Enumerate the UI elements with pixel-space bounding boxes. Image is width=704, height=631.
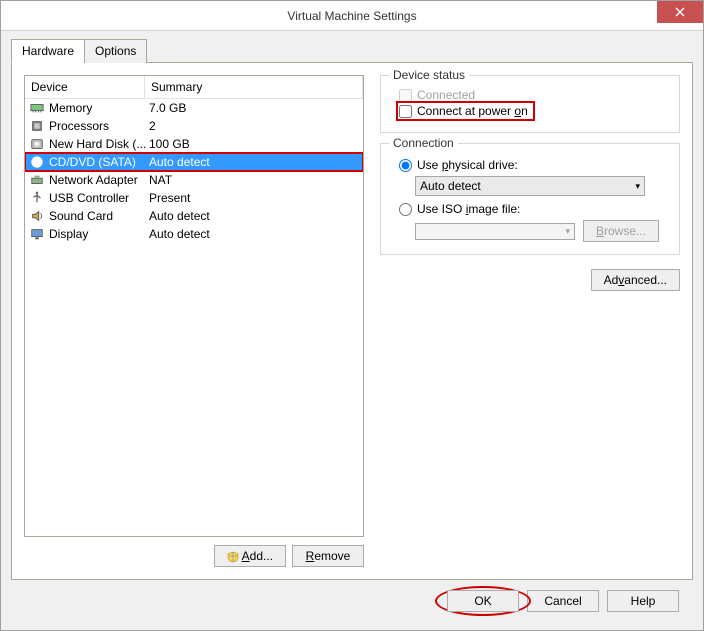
chevron-down-icon: ▾: [635, 181, 640, 192]
device-name: Sound Card: [49, 209, 149, 223]
tab-strip: Hardware Options: [11, 39, 693, 63]
device-name: Display: [49, 227, 149, 241]
left-pane: Device Summary Memory7.0 GBProcessors2Ne…: [24, 75, 364, 567]
use-iso-radio[interactable]: Use ISO image file:: [399, 202, 669, 216]
device-summary: Auto detect: [149, 209, 359, 223]
device-row-usb[interactable]: USB ControllerPresent: [25, 189, 363, 207]
physical-drive-select[interactable]: Auto detect ▾: [415, 176, 645, 196]
tab-hardware[interactable]: Hardware: [11, 39, 85, 63]
header-device: Device: [25, 76, 145, 99]
tab-options[interactable]: Options: [84, 39, 147, 63]
device-name: CD/DVD (SATA): [49, 155, 149, 169]
connect-power-on-input[interactable]: [399, 105, 412, 118]
use-iso-input[interactable]: [399, 203, 412, 216]
use-physical-radio[interactable]: Use physical drive:: [399, 158, 669, 172]
device-name: Memory: [49, 101, 149, 115]
device-row-net[interactable]: Network AdapterNAT: [25, 171, 363, 189]
advanced-button[interactable]: Advanced...: [591, 269, 680, 291]
device-name: New Hard Disk (...: [49, 137, 149, 151]
titlebar: Virtual Machine Settings: [1, 1, 703, 31]
chevron-down-icon: ▾: [565, 226, 570, 237]
bottom-bar: OK Cancel Help: [11, 580, 693, 622]
sound-icon: [29, 208, 45, 224]
browse-button: Browse...: [583, 220, 659, 242]
ok-button[interactable]: OK: [447, 590, 519, 612]
device-name: USB Controller: [49, 191, 149, 205]
display-icon: [29, 226, 45, 242]
device-name: Processors: [49, 119, 149, 133]
device-summary: NAT: [149, 173, 359, 187]
device-row-sound[interactable]: Sound CardAuto detect: [25, 207, 363, 225]
close-icon: [675, 7, 685, 17]
device-row-display[interactable]: DisplayAuto detect: [25, 225, 363, 243]
device-buttons: Add... Remove: [24, 545, 364, 567]
close-button[interactable]: [657, 1, 703, 23]
memory-icon: [29, 100, 45, 116]
connect-at-power-on-checkbox[interactable]: Connect at power on: [399, 104, 532, 118]
iso-row: ▾ Browse...: [415, 220, 669, 242]
use-physical-input[interactable]: [399, 159, 412, 172]
list-header: Device Summary: [25, 76, 363, 99]
device-status-title: Device status: [389, 68, 469, 82]
device-summary: 2: [149, 119, 359, 133]
hdd-icon: [29, 136, 45, 152]
device-list[interactable]: Device Summary Memory7.0 GBProcessors2Ne…: [24, 75, 364, 537]
help-button[interactable]: Help: [607, 590, 679, 612]
right-pane: Device status Connected Connect at power…: [380, 75, 680, 567]
device-summary: Auto detect: [149, 155, 359, 169]
device-summary: 7.0 GB: [149, 101, 359, 115]
usb-icon: [29, 190, 45, 206]
tab-page-hardware: Device Summary Memory7.0 GBProcessors2Ne…: [11, 62, 693, 580]
settings-window: Virtual Machine Settings Hardware Option…: [0, 0, 704, 631]
ok-wrap: OK: [447, 590, 519, 612]
cancel-button[interactable]: Cancel: [527, 590, 599, 612]
connected-checkbox: Connected: [399, 88, 669, 102]
device-summary: Auto detect: [149, 227, 359, 241]
connected-input: [399, 89, 412, 102]
device-name: Network Adapter: [49, 173, 149, 187]
shield-icon: [227, 551, 239, 563]
content-area: Hardware Options Device Summary Memory7.…: [1, 31, 703, 630]
device-status-group: Device status Connected Connect at power…: [380, 75, 680, 133]
device-row-hdd[interactable]: New Hard Disk (...100 GB: [25, 135, 363, 153]
cd-icon: [29, 154, 45, 170]
cpu-icon: [29, 118, 45, 134]
connection-title: Connection: [389, 136, 458, 150]
header-summary: Summary: [145, 76, 363, 99]
advanced-row: Advanced...: [380, 269, 680, 291]
device-summary: Present: [149, 191, 359, 205]
net-icon: [29, 172, 45, 188]
remove-button[interactable]: Remove: [292, 545, 364, 567]
device-row-cpu[interactable]: Processors2: [25, 117, 363, 135]
iso-path-select: ▾: [415, 223, 575, 240]
window-title: Virtual Machine Settings: [1, 9, 703, 23]
add-button[interactable]: Add...: [214, 545, 286, 567]
device-row-cd[interactable]: CD/DVD (SATA)Auto detect: [25, 153, 363, 171]
device-summary: 100 GB: [149, 137, 359, 151]
device-row-memory[interactable]: Memory7.0 GB: [25, 99, 363, 117]
connection-group: Connection Use physical drive: Auto dete…: [380, 143, 680, 255]
